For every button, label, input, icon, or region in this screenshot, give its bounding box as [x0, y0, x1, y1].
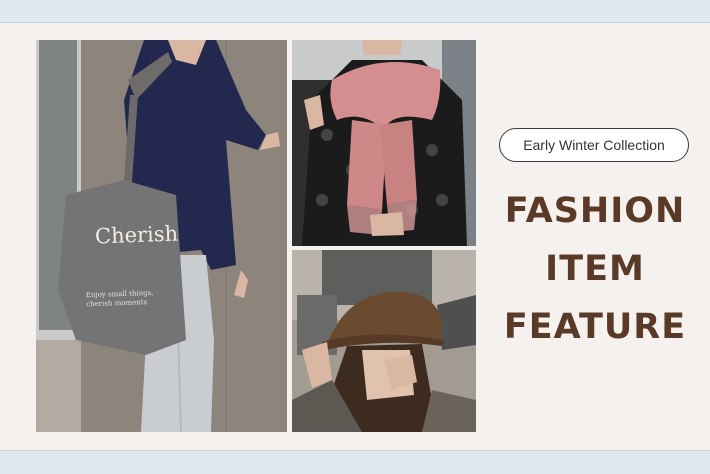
photo-tote-bag: Cherish Enjoy small things, cherish mome… — [36, 40, 287, 432]
top-band — [0, 0, 710, 23]
bottom-band — [0, 450, 710, 474]
tote-motto-text: Enjoy small things, cherish moments — [85, 288, 154, 309]
collection-label: Early Winter Collection — [523, 137, 665, 153]
photo-brown-cap — [292, 250, 476, 432]
photo-pink-scarf — [292, 40, 476, 246]
headline-line-3: FEATURE — [503, 307, 687, 347]
collection-badge: Early Winter Collection — [499, 128, 689, 162]
tote-brand-text: Cherish — [94, 221, 179, 249]
headline-line-2: ITEM — [545, 249, 645, 289]
headline-line-1: FASHION — [504, 191, 686, 231]
